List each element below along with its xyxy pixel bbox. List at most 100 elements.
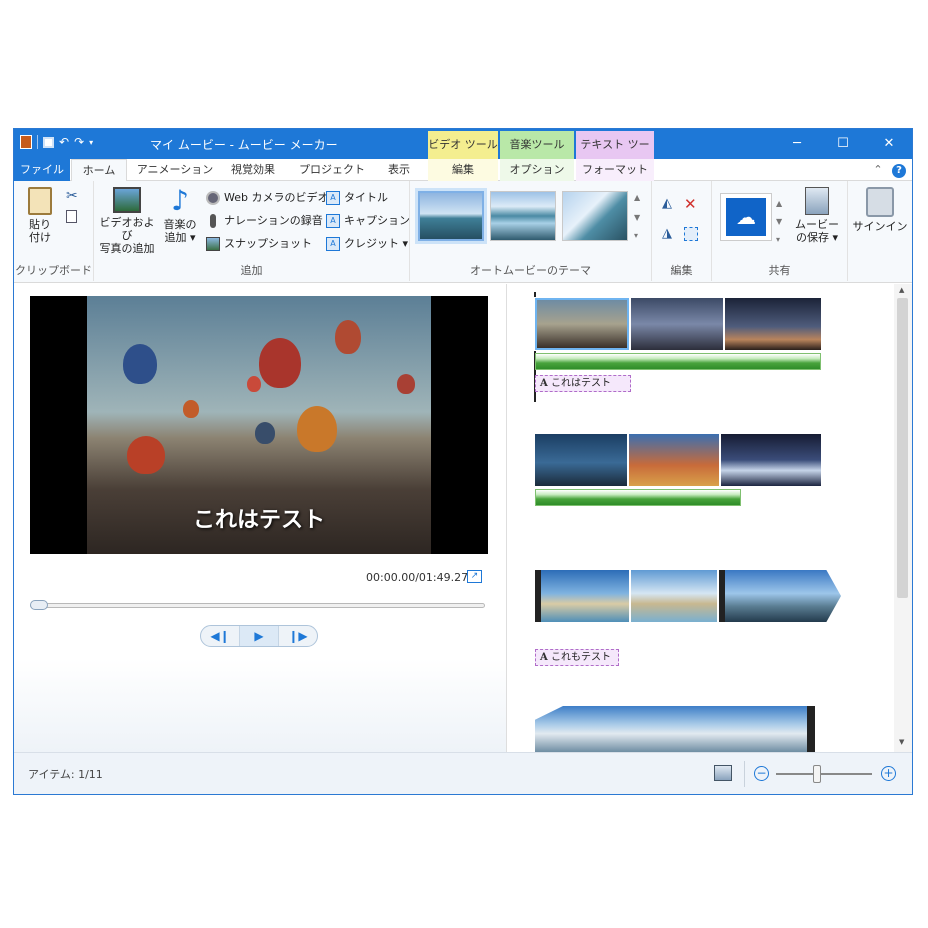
record-narration-button[interactable]: ナレーションの録音 ▾ bbox=[206, 212, 332, 230]
add-music-button[interactable]: ♪ 音楽の 追加 ▾ bbox=[160, 187, 200, 245]
theme-cinematic[interactable] bbox=[562, 191, 628, 241]
theme-scroll-up[interactable]: ▲ bbox=[634, 193, 640, 202]
timecode: 00:00.00/01:49.27 bbox=[366, 571, 469, 584]
select-all-button[interactable] bbox=[684, 225, 698, 243]
video-clip[interactable] bbox=[535, 434, 627, 486]
theme-contemporary[interactable] bbox=[490, 191, 556, 241]
snapshot-label: スナップショット bbox=[224, 237, 312, 250]
title-bar: ↶ ↷ ▾ マイ ムービー - ムービー メーカー ビデオ ツール 音楽ツール … bbox=[14, 129, 912, 179]
tab-visual-effects[interactable]: 視覚効果 bbox=[220, 159, 286, 181]
video-clip[interactable] bbox=[629, 434, 719, 486]
text-clip-label: これはテスト bbox=[550, 378, 611, 389]
clipboard-icon bbox=[28, 187, 52, 215]
tab-format[interactable]: フォーマット bbox=[576, 159, 654, 181]
fullscreen-preview-icon[interactable]: ↗ bbox=[467, 570, 482, 583]
customize-icon[interactable]: ▾ bbox=[89, 138, 93, 147]
save-icon[interactable] bbox=[43, 136, 54, 148]
theme-default[interactable] bbox=[415, 188, 487, 244]
minimize-button[interactable]: ─ bbox=[774, 129, 820, 159]
tab-home[interactable]: ホーム bbox=[71, 159, 127, 182]
clip-row-4 bbox=[535, 706, 823, 752]
tab-options[interactable]: オプション bbox=[500, 159, 574, 181]
tab-animation[interactable]: アニメーション bbox=[132, 159, 218, 181]
video-clip-selected[interactable] bbox=[534, 297, 630, 351]
video-clip[interactable] bbox=[721, 434, 821, 486]
redo-icon[interactable]: ↷ bbox=[74, 135, 84, 149]
group-signin: サインイン bbox=[848, 181, 912, 281]
webcam-video-button[interactable]: Web カメラのビデオ bbox=[206, 189, 328, 207]
scrollbar-thumb[interactable] bbox=[897, 298, 908, 598]
video-clip[interactable] bbox=[725, 298, 821, 350]
context-tab-text-tools: テキスト ツール bbox=[576, 131, 654, 179]
clip-row-2 bbox=[535, 434, 821, 486]
theme-scroll-down[interactable]: ▼ bbox=[634, 213, 640, 222]
group-label-share: 共有 bbox=[768, 264, 791, 277]
video-clip[interactable] bbox=[719, 570, 841, 622]
copy-icon bbox=[66, 209, 77, 223]
text-clip[interactable]: A これもテスト bbox=[535, 649, 619, 666]
rotate-left-icon: ◭ bbox=[662, 196, 672, 211]
text-clip[interactable]: A これはテスト bbox=[535, 375, 631, 392]
credits-icon: A bbox=[326, 237, 340, 251]
collapse-ribbon-icon[interactable]: ⌃ bbox=[870, 159, 886, 181]
zoom-out-button[interactable]: − bbox=[754, 766, 769, 781]
onedrive-button[interactable]: ☁ bbox=[720, 193, 772, 241]
film-photo-icon bbox=[113, 187, 141, 213]
caption-icon: A bbox=[326, 214, 340, 228]
tab-project[interactable]: プロジェクト bbox=[294, 159, 370, 181]
close-button[interactable]: ✕ bbox=[866, 129, 912, 159]
scroll-up-arrow[interactable]: ▲ bbox=[899, 286, 904, 294]
zoom-slider-track[interactable] bbox=[776, 773, 872, 775]
next-frame-button[interactable]: ❙▶ bbox=[279, 626, 317, 646]
paste-button[interactable]: 貼り 付け bbox=[22, 187, 58, 244]
seek-thumb[interactable] bbox=[30, 600, 48, 610]
title-button[interactable]: A タイトル bbox=[326, 189, 388, 207]
caption-button[interactable]: A キャプション bbox=[326, 212, 410, 230]
tab-file[interactable]: ファイル bbox=[14, 159, 70, 181]
microphone-icon bbox=[210, 214, 216, 228]
tab-edit[interactable]: 編集 bbox=[428, 159, 498, 181]
rotate-right-button[interactable]: ◮ bbox=[662, 225, 672, 243]
share-scroll[interactable]: ▲ ▼ ▾ bbox=[776, 195, 782, 249]
zoom-in-button[interactable]: + bbox=[881, 766, 896, 781]
balloon bbox=[335, 320, 361, 354]
storyboard-scrollbar[interactable]: ▲ ▼ bbox=[894, 284, 912, 752]
credits-button[interactable]: A クレジット ▾ bbox=[326, 235, 408, 253]
balloon bbox=[259, 338, 301, 388]
video-clip[interactable] bbox=[535, 706, 815, 752]
scroll-down-arrow[interactable]: ▼ bbox=[899, 738, 904, 746]
zoom-slider-thumb[interactable] bbox=[813, 765, 821, 783]
clip-row-3 bbox=[535, 570, 841, 622]
snapshot-button[interactable]: スナップショット bbox=[206, 235, 312, 253]
seek-bar[interactable] bbox=[30, 603, 485, 608]
video-clip[interactable] bbox=[535, 570, 629, 622]
music-clip[interactable] bbox=[535, 489, 741, 506]
theme-more[interactable]: ▾ bbox=[634, 231, 638, 240]
rotate-left-button[interactable]: ◭ bbox=[662, 195, 672, 213]
status-separator bbox=[744, 761, 745, 787]
music-clip[interactable] bbox=[535, 353, 821, 370]
remove-button[interactable]: ✕ bbox=[684, 195, 697, 213]
add-videos-photos-button[interactable]: ビデオおよび 写真の追加 bbox=[96, 187, 158, 255]
video-preview[interactable]: これはテスト bbox=[30, 296, 488, 554]
maximize-button[interactable]: ☐ bbox=[820, 129, 866, 159]
previous-frame-button[interactable]: ◀❙ bbox=[201, 626, 240, 646]
group-add: ビデオおよび 写真の追加 ♪ 音楽の 追加 ▾ Web カメラのビデオ ナレーシ… bbox=[94, 181, 410, 281]
tab-view[interactable]: 表示 bbox=[376, 159, 422, 181]
help-icon[interactable]: ? bbox=[890, 159, 908, 181]
add-videos-label-2: 写真の追加 bbox=[99, 242, 155, 255]
rotate-right-icon: ◮ bbox=[662, 226, 672, 241]
save-movie-button[interactable]: ムービー の保存 ▾ bbox=[792, 187, 842, 244]
copy-button[interactable] bbox=[66, 207, 77, 225]
balloon bbox=[183, 400, 199, 418]
play-button[interactable]: ▶ bbox=[240, 626, 279, 646]
sign-in-button[interactable]: サインイン bbox=[852, 187, 908, 233]
select-all-icon bbox=[684, 227, 698, 241]
add-music-label-1: 音楽の bbox=[163, 218, 197, 231]
app-icon bbox=[20, 135, 32, 149]
cut-button[interactable]: ✂ bbox=[66, 187, 78, 205]
undo-icon[interactable]: ↶ bbox=[59, 135, 69, 149]
thumbnail-size-icon[interactable] bbox=[714, 765, 732, 781]
video-clip[interactable] bbox=[631, 298, 723, 350]
video-clip[interactable] bbox=[631, 570, 717, 622]
